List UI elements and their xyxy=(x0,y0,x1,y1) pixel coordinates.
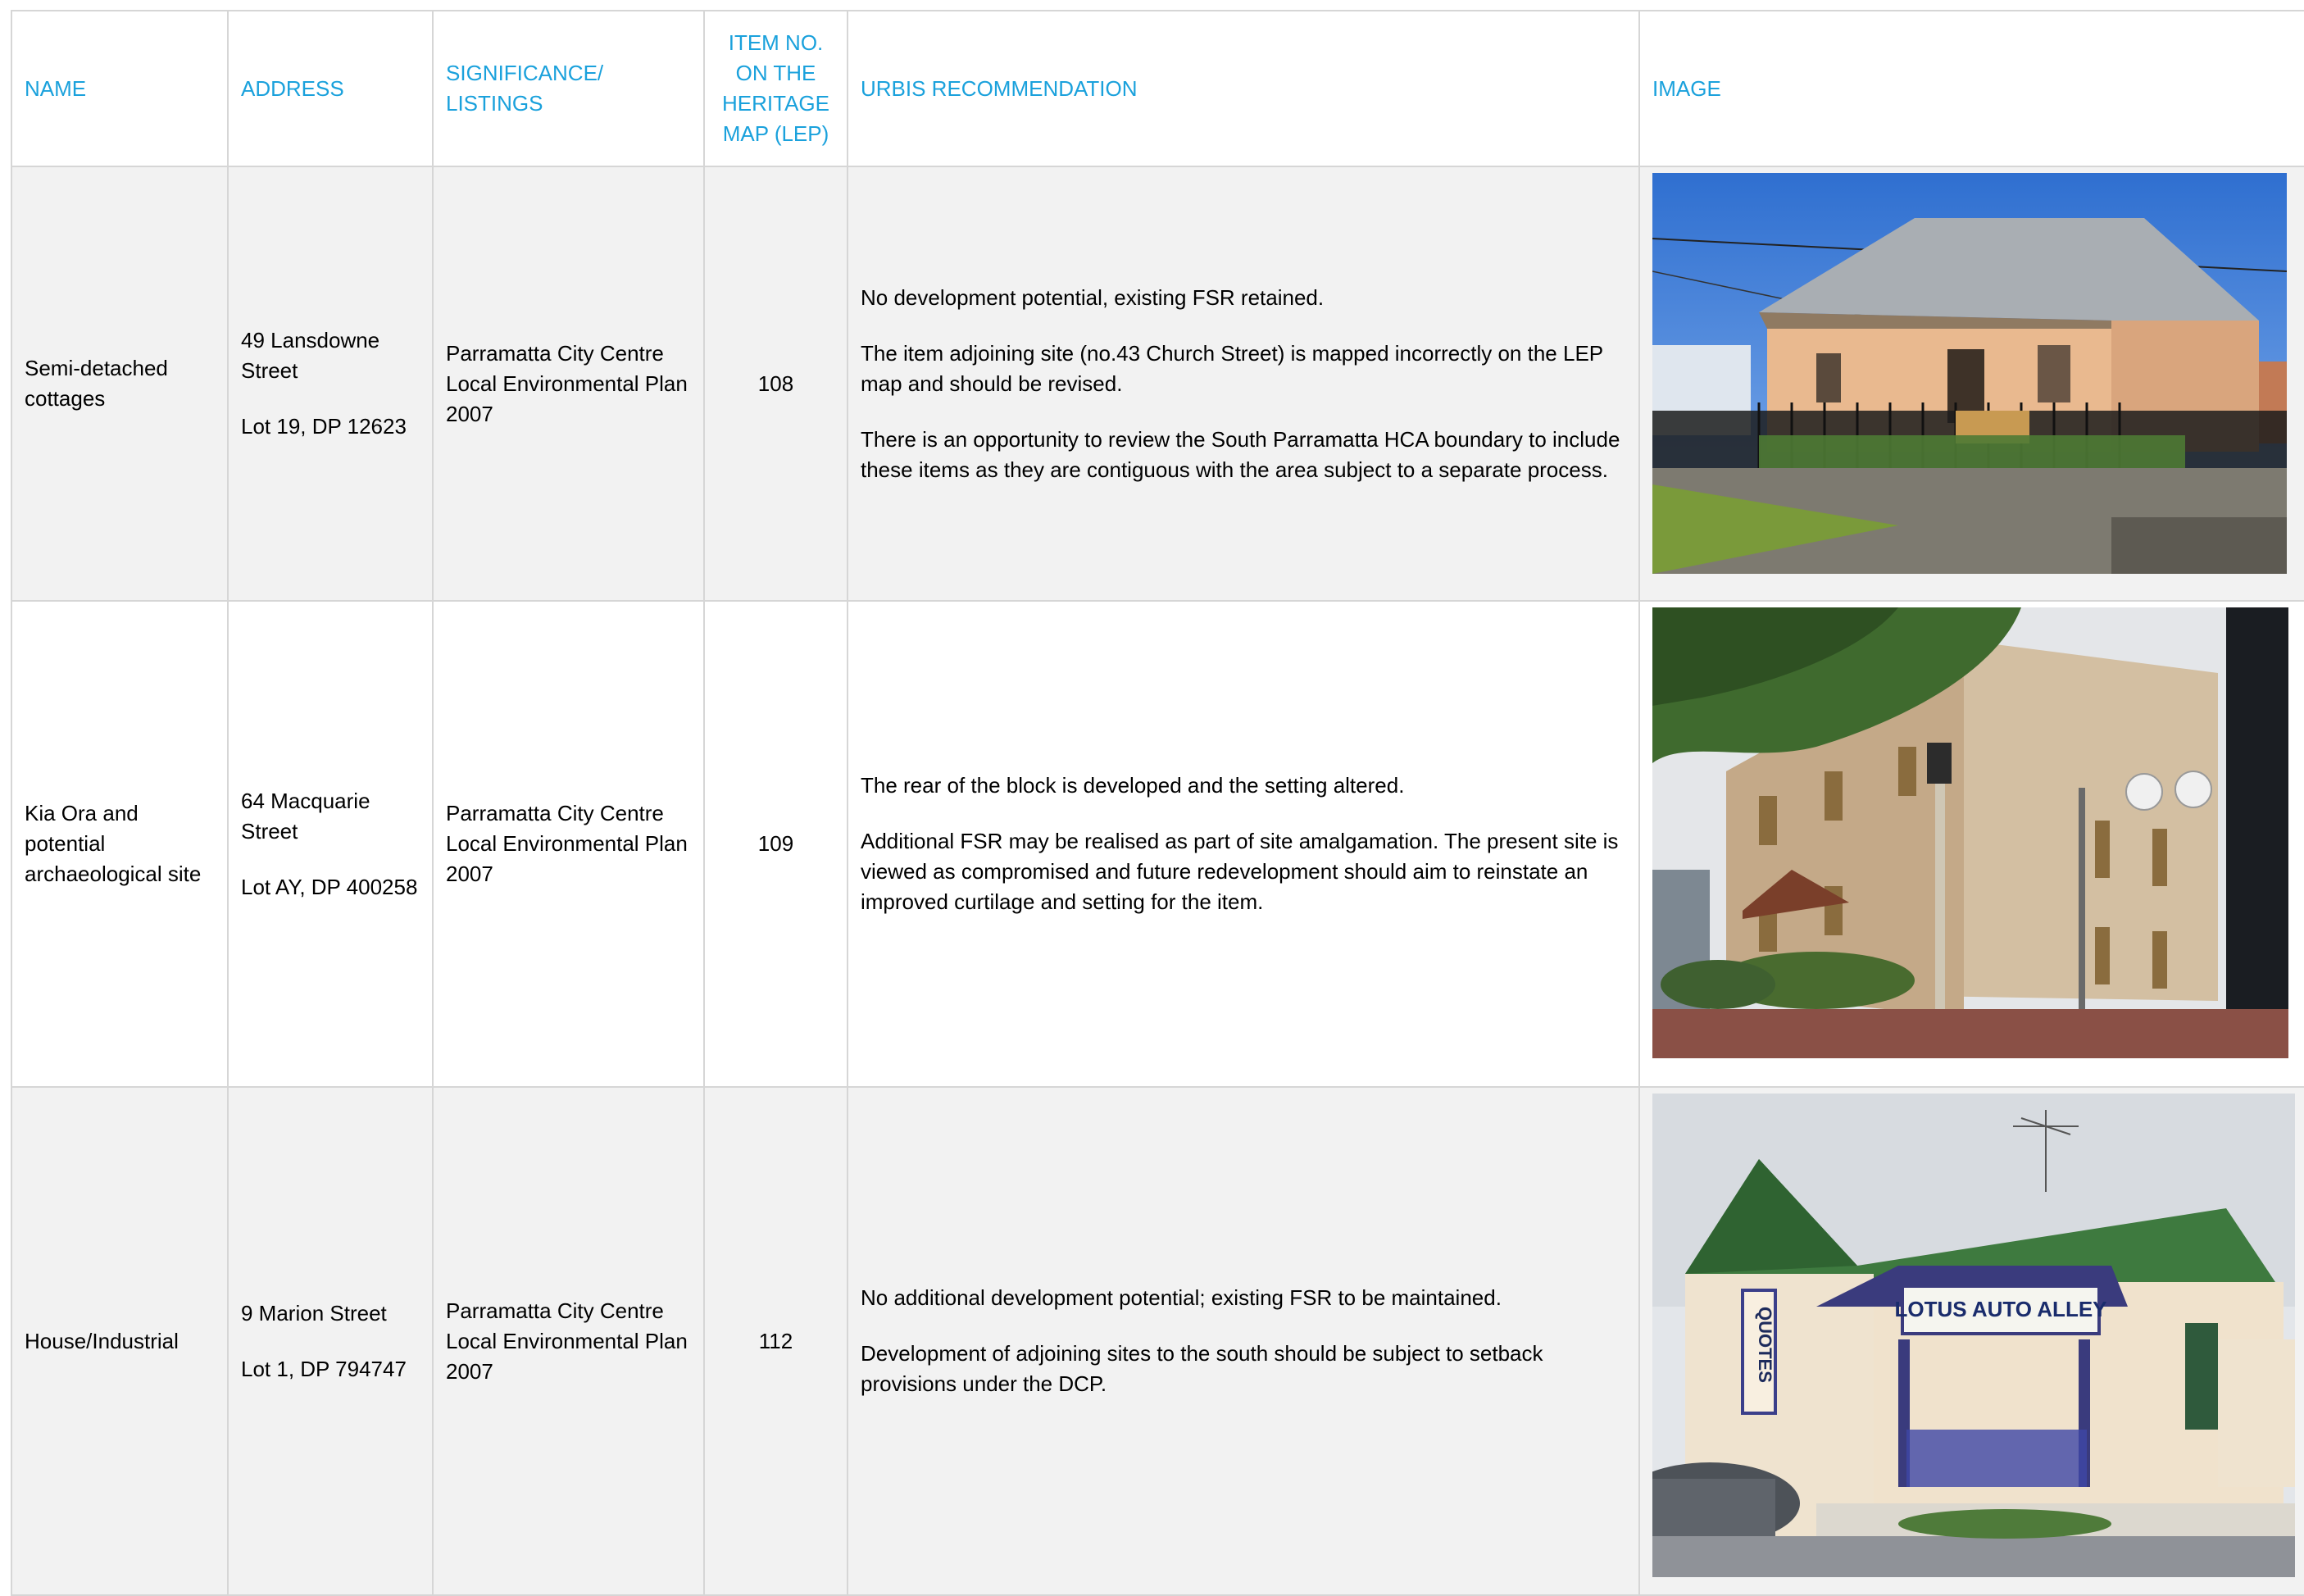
cell-recommendation: The rear of the block is developed and t… xyxy=(847,600,1640,1088)
cell-address: 9 Marion Street Lot 1, DP 794747 xyxy=(227,1086,434,1596)
header-significance: SIGNIFICANCE/ LISTINGS xyxy=(432,10,705,167)
recommendation-paragraph: Additional FSR may be realised as part o… xyxy=(861,829,1619,914)
recommendation-paragraph: The rear of the block is developed and t… xyxy=(861,773,1405,798)
recommendation-paragraph: There is an opportunity to review the So… xyxy=(861,426,1620,482)
cell-name: Kia Ora and potential archaeological sit… xyxy=(11,600,229,1088)
cell-address: 49 Lansdowne Street Lot 19, DP 12623 xyxy=(227,166,434,602)
kia-ora-photo xyxy=(1652,607,2304,1058)
cell-image: QUOTES LOTUS AUTO ALLEY xyxy=(1638,1086,2304,1596)
header-recommendation: URBIS RECOMMENDATION xyxy=(847,10,1640,167)
header-image: IMAGE xyxy=(1638,10,2304,167)
cell-item-no: 109 xyxy=(703,600,848,1088)
recommendation-paragraph: No development potential, existing FSR r… xyxy=(861,284,1325,310)
heritage-items-table: NAME ADDRESS SIGNIFICANCE/ LISTINGS ITEM… xyxy=(11,10,2304,1596)
table-header-row: NAME ADDRESS SIGNIFICANCE/ LISTINGS ITEM… xyxy=(11,10,2304,167)
address-lot: Lot AY, DP 400258 xyxy=(241,874,418,899)
address-street: 64 Macquarie Street xyxy=(241,788,370,843)
cell-significance: Parramatta City Centre Local Environment… xyxy=(432,600,705,1088)
cell-item-no: 112 xyxy=(703,1086,848,1596)
address-street: 9 Marion Street xyxy=(241,1300,387,1325)
cell-image xyxy=(1638,600,2304,1088)
header-address: ADDRESS xyxy=(227,10,434,167)
header-name: NAME xyxy=(11,10,229,167)
table-row: Semi-detached cottages 49 Lansdowne Stre… xyxy=(11,166,2304,602)
recommendation-paragraph: Development of adjoining sites to the so… xyxy=(861,1341,1543,1396)
cell-significance: Parramatta City Centre Local Environment… xyxy=(432,166,705,602)
house-industrial-photo: QUOTES LOTUS AUTO ALLEY xyxy=(1652,1094,2304,1577)
lotus-sign-text: LOTUS AUTO ALLEY xyxy=(1894,1297,2106,1321)
cell-recommendation: No additional development potential; exi… xyxy=(847,1086,1640,1596)
address-lot: Lot 1, DP 794747 xyxy=(241,1356,407,1381)
cell-name: House/Industrial xyxy=(11,1086,229,1596)
cell-item-no: 108 xyxy=(703,166,848,602)
table-row: House/Industrial 9 Marion Street Lot 1, … xyxy=(11,1086,2304,1596)
cell-image xyxy=(1638,166,2304,602)
cottage-photo xyxy=(1652,173,2304,574)
cell-address: 64 Macquarie Street Lot AY, DP 400258 xyxy=(227,600,434,1088)
quotes-sign-text: QUOTES xyxy=(1755,1307,1775,1383)
cell-name: Semi-detached cottages xyxy=(11,166,229,602)
address-lot: Lot 19, DP 12623 xyxy=(241,414,407,439)
recommendation-paragraph: No additional development potential; exi… xyxy=(861,1285,1502,1310)
header-item-no: ITEM NO. ON THE HERITAGE MAP (LEP) xyxy=(703,10,848,167)
address-street: 49 Lansdowne Street xyxy=(241,328,380,383)
table-row: Kia Ora and potential archaeological sit… xyxy=(11,600,2304,1088)
cell-significance: Parramatta City Centre Local Environment… xyxy=(432,1086,705,1596)
recommendation-paragraph: The item adjoining site (no.43 Church St… xyxy=(861,340,1603,396)
cell-recommendation: No development potential, existing FSR r… xyxy=(847,166,1640,602)
